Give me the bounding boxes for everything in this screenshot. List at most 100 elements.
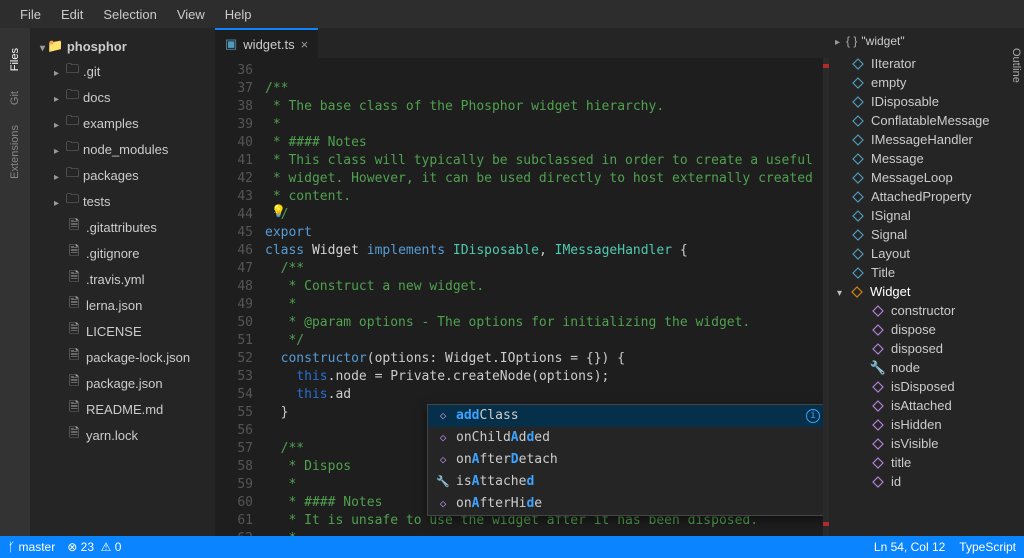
branch-indicator[interactable]: ᚶ master	[8, 540, 55, 554]
tree-item--git[interactable]: 🗀 .git	[44, 58, 211, 84]
tree-item--gitattributes[interactable]: 🗎 .gitattributes	[44, 214, 211, 240]
outline-header[interactable]: { } "widget"	[829, 28, 1024, 54]
menu-view[interactable]: View	[167, 3, 215, 26]
tree-item--gitignore[interactable]: 🗎 .gitignore	[44, 240, 211, 266]
outline-item-ConflatableMessage[interactable]: ConflatableMessage	[829, 111, 1024, 130]
outline-item-id[interactable]: id	[829, 472, 1024, 491]
chevron-right-icon	[835, 34, 842, 48]
tree-item--travis-yml[interactable]: 🗎 .travis.yml	[44, 266, 211, 292]
tree-item-packages[interactable]: 🗀 packages	[44, 162, 211, 188]
outline-item-Widget[interactable]: Widget	[829, 282, 1024, 301]
language-mode[interactable]: TypeScript	[959, 540, 1016, 554]
code-line[interactable]: */	[265, 206, 829, 224]
code-line[interactable]: /**	[265, 260, 829, 278]
code-line[interactable]: * content.	[265, 188, 829, 206]
activity-files[interactable]: Files	[9, 38, 21, 81]
menu-selection[interactable]: Selection	[93, 3, 166, 26]
outline-item-node[interactable]: 🔧node	[829, 358, 1024, 377]
outline-item-ISignal[interactable]: ISignal	[829, 206, 1024, 225]
code-line[interactable]: this.ad	[265, 386, 829, 404]
tree-item-label: tests	[83, 194, 110, 209]
cursor-position[interactable]: Ln 54, Col 12	[874, 540, 945, 554]
outline-item-IMessageHandler[interactable]: IMessageHandler	[829, 130, 1024, 149]
method-icon	[871, 475, 885, 489]
outline-item-isDisposed[interactable]: isDisposed	[829, 377, 1024, 396]
code-line[interactable]: this.node = Private.createNode(options);	[265, 368, 829, 386]
close-icon[interactable]: ×	[301, 37, 309, 52]
tree-item-package-json[interactable]: 🗎 package.json	[44, 370, 211, 396]
line-number: 48	[215, 278, 253, 296]
code-editor[interactable]: 3637383940414243444546474849505152535455…	[215, 58, 829, 536]
tree-item-lerna-json[interactable]: 🗎 lerna.json	[44, 292, 211, 318]
menu-edit[interactable]: Edit	[51, 3, 93, 26]
chevron-right-icon	[54, 64, 61, 79]
code-line[interactable]: *	[265, 116, 829, 134]
intellisense-popup[interactable]: i ◇addClass◇onChildAdded◇onAfterDetach🔧i…	[427, 404, 827, 516]
code-line[interactable]: * widget. However, it can be used direct…	[265, 170, 829, 188]
tree-item-tests[interactable]: 🗀 tests	[44, 188, 211, 214]
outline-item-Signal[interactable]: Signal	[829, 225, 1024, 244]
outline-item-Layout[interactable]: Layout	[829, 244, 1024, 263]
outline-item-disposed[interactable]: disposed	[829, 339, 1024, 358]
outline-item-label: isHidden	[891, 417, 942, 432]
folder-icon: 🗀	[66, 86, 78, 108]
suggest-onAfterDetach[interactable]: ◇onAfterDetach	[428, 449, 826, 471]
menu-help[interactable]: Help	[215, 3, 262, 26]
suggest-addClass[interactable]: ◇addClass	[428, 405, 826, 427]
problems-indicator[interactable]: ⊗ 23 ⚠ 0	[67, 540, 121, 554]
tree-item-LICENSE[interactable]: 🗎 LICENSE	[44, 318, 211, 344]
outline-item-IDisposable[interactable]: IDisposable	[829, 92, 1024, 111]
code-body[interactable]: 💡 i ◇addClass◇onChildAdded◇onAfterDetach…	[265, 58, 829, 536]
tree-item-examples[interactable]: 🗀 examples	[44, 110, 211, 136]
code-line[interactable]: /**	[265, 80, 829, 98]
code-line[interactable]: constructor(options: Widget.IOptions = {…	[265, 350, 829, 368]
code-line[interactable]: */	[265, 332, 829, 350]
lightbulb-icon[interactable]: 💡	[271, 202, 286, 220]
outline-item-dispose[interactable]: dispose	[829, 320, 1024, 339]
outline-item-label: ISignal	[871, 208, 911, 223]
code-line[interactable]: * Construct a new widget.	[265, 278, 829, 296]
outline-item-Message[interactable]: Message	[829, 149, 1024, 168]
file-icon: 🗎	[69, 216, 81, 238]
tree-item-label: examples	[83, 116, 139, 131]
suggest-onChildAdded[interactable]: ◇onChildAdded	[428, 427, 826, 449]
code-line[interactable]: *	[265, 296, 829, 314]
outline-item-isHidden[interactable]: isHidden	[829, 415, 1024, 434]
outline-item-title[interactable]: title	[829, 453, 1024, 472]
line-number: 38	[215, 98, 253, 116]
outline-item-isVisible[interactable]: isVisible	[829, 434, 1024, 453]
code-line[interactable]	[265, 62, 829, 80]
outline-item-constructor[interactable]: constructor	[829, 301, 1024, 320]
code-line[interactable]: * #### Notes	[265, 134, 829, 152]
code-line[interactable]: * The base class of the Phosphor widget …	[265, 98, 829, 116]
info-icon[interactable]: i	[806, 409, 820, 423]
outline-item-empty[interactable]: empty	[829, 73, 1024, 92]
tree-item-package-lock-json[interactable]: 🗎 package-lock.json	[44, 344, 211, 370]
outline-tab[interactable]: Outline	[1008, 40, 1024, 91]
outline-item-IIterator[interactable]: IIterator	[829, 54, 1024, 73]
menu-file[interactable]: File	[10, 3, 51, 26]
activity-extensions[interactable]: Extensions	[9, 115, 21, 189]
tab-widget-ts[interactable]: ▣ widget.ts ×	[215, 28, 318, 58]
outline-item-isAttached[interactable]: isAttached	[829, 396, 1024, 415]
outline-item-MessageLoop[interactable]: MessageLoop	[829, 168, 1024, 187]
tree-item-yarn-lock[interactable]: 🗎 yarn.lock	[44, 422, 211, 448]
line-number: 56	[215, 422, 253, 440]
suggest-onAfterHide[interactable]: ◇onAfterHide	[428, 493, 826, 515]
outline-item-AttachedProperty[interactable]: AttachedProperty	[829, 187, 1024, 206]
code-line[interactable]: *	[265, 530, 829, 536]
tree-item-README-md[interactable]: 🗎 README.md	[44, 396, 211, 422]
file-icon: 🗎	[69, 242, 81, 264]
tree-item-docs[interactable]: 🗀 docs	[44, 84, 211, 110]
code-line[interactable]: * @param options - The options for initi…	[265, 314, 829, 332]
suggest-isAttached[interactable]: 🔧isAttached	[428, 471, 826, 493]
code-line[interactable]: export	[265, 224, 829, 242]
outline-item-label: id	[891, 474, 901, 489]
explorer-root[interactable]: 📁 phosphor	[34, 34, 211, 58]
code-line[interactable]: class Widget implements IDisposable, IMe…	[265, 242, 829, 260]
outline-item-Title[interactable]: Title	[829, 263, 1024, 282]
activity-git[interactable]: Git	[9, 81, 21, 115]
tree-item-node_modules[interactable]: 🗀 node_modules	[44, 136, 211, 162]
minimap[interactable]	[823, 58, 829, 536]
code-line[interactable]: * This class will typically be subclasse…	[265, 152, 829, 170]
